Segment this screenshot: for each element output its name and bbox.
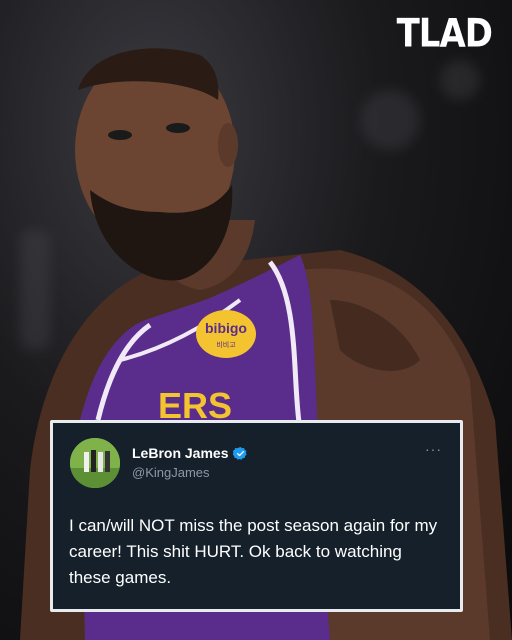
- name-row: LeBron James: [132, 445, 248, 461]
- user-handle[interactable]: @KingJames: [132, 465, 210, 480]
- sponsor-text: bibigo: [205, 320, 247, 336]
- tweet-card: LeBron James @KingJames ··· I can/will N…: [50, 420, 463, 612]
- avatar-image: [70, 438, 120, 488]
- verified-badge-icon: [233, 446, 248, 460]
- post-image: bibigo 비비고 ERS TLAD LeBron James @KingJa…: [0, 0, 512, 640]
- sponsor-subtext: 비비고: [216, 340, 236, 349]
- display-name[interactable]: LeBron James: [132, 445, 228, 461]
- tweet-text: I can/will NOT miss the post season agai…: [69, 516, 438, 587]
- ellipsis-icon[interactable]: ···: [425, 441, 442, 457]
- avatar[interactable]: [70, 438, 120, 488]
- brand-watermark: TLAD: [396, 11, 493, 57]
